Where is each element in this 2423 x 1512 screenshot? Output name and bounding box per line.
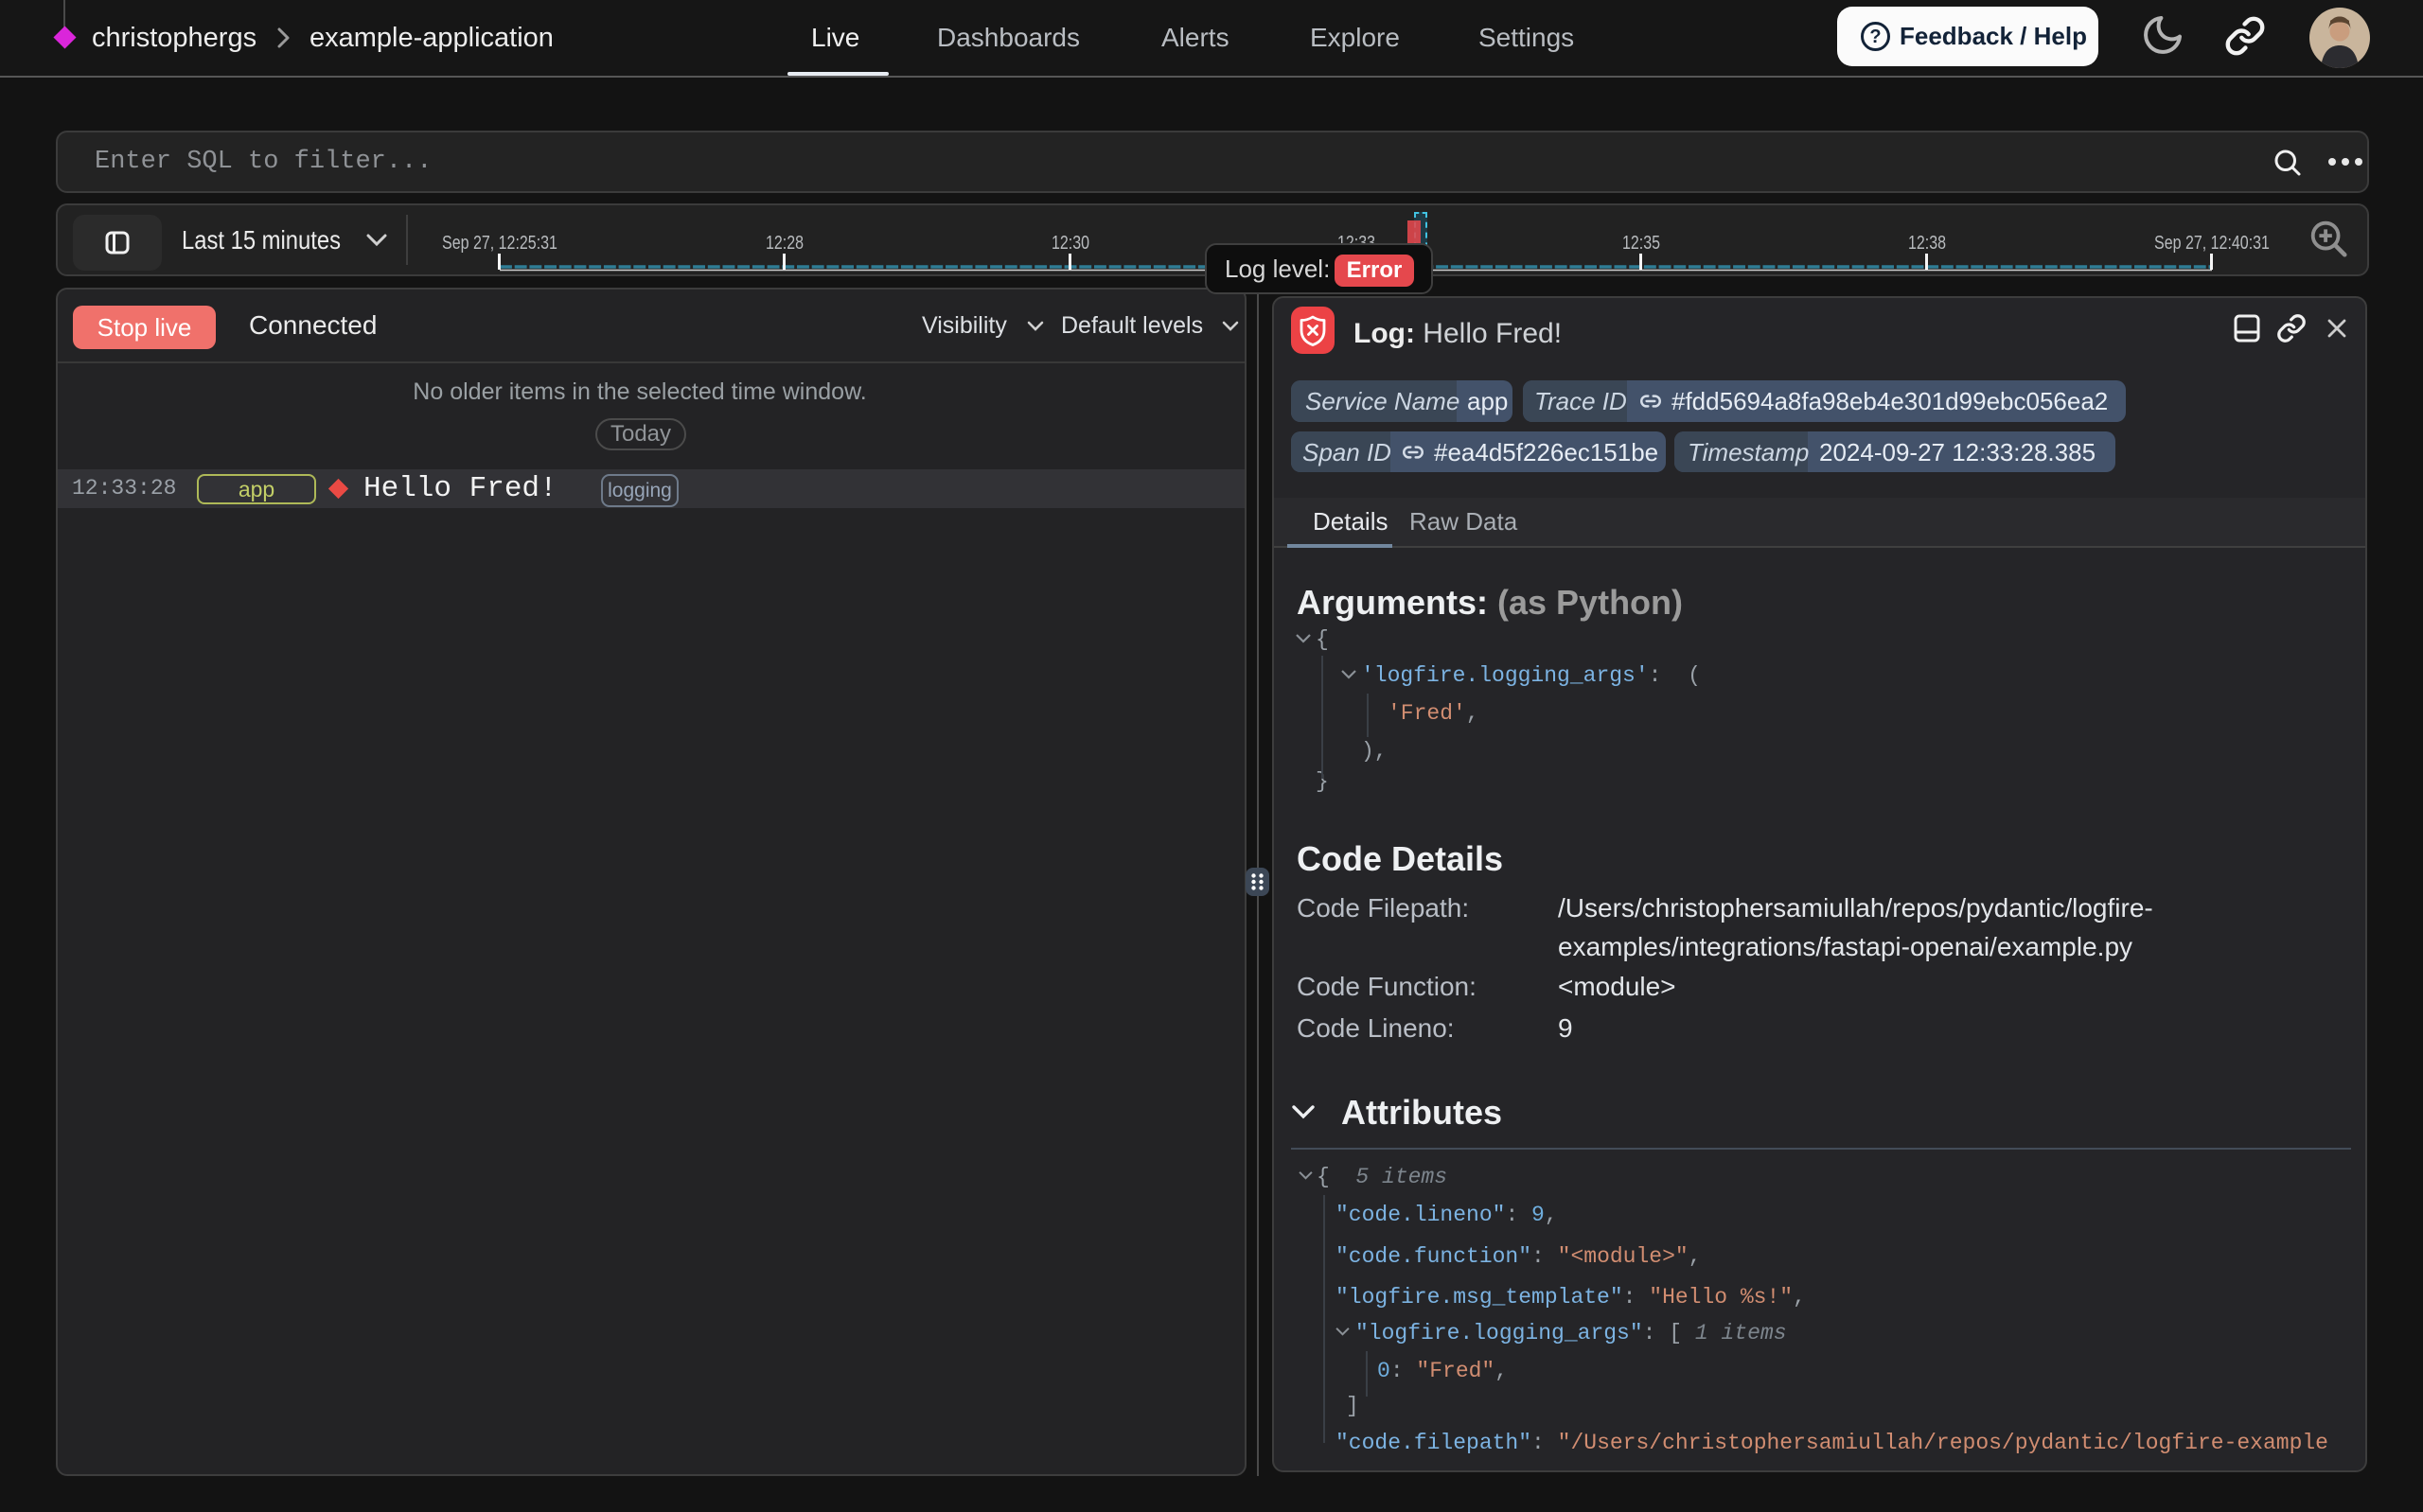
svg-text:?: ? — [1869, 26, 1881, 47]
